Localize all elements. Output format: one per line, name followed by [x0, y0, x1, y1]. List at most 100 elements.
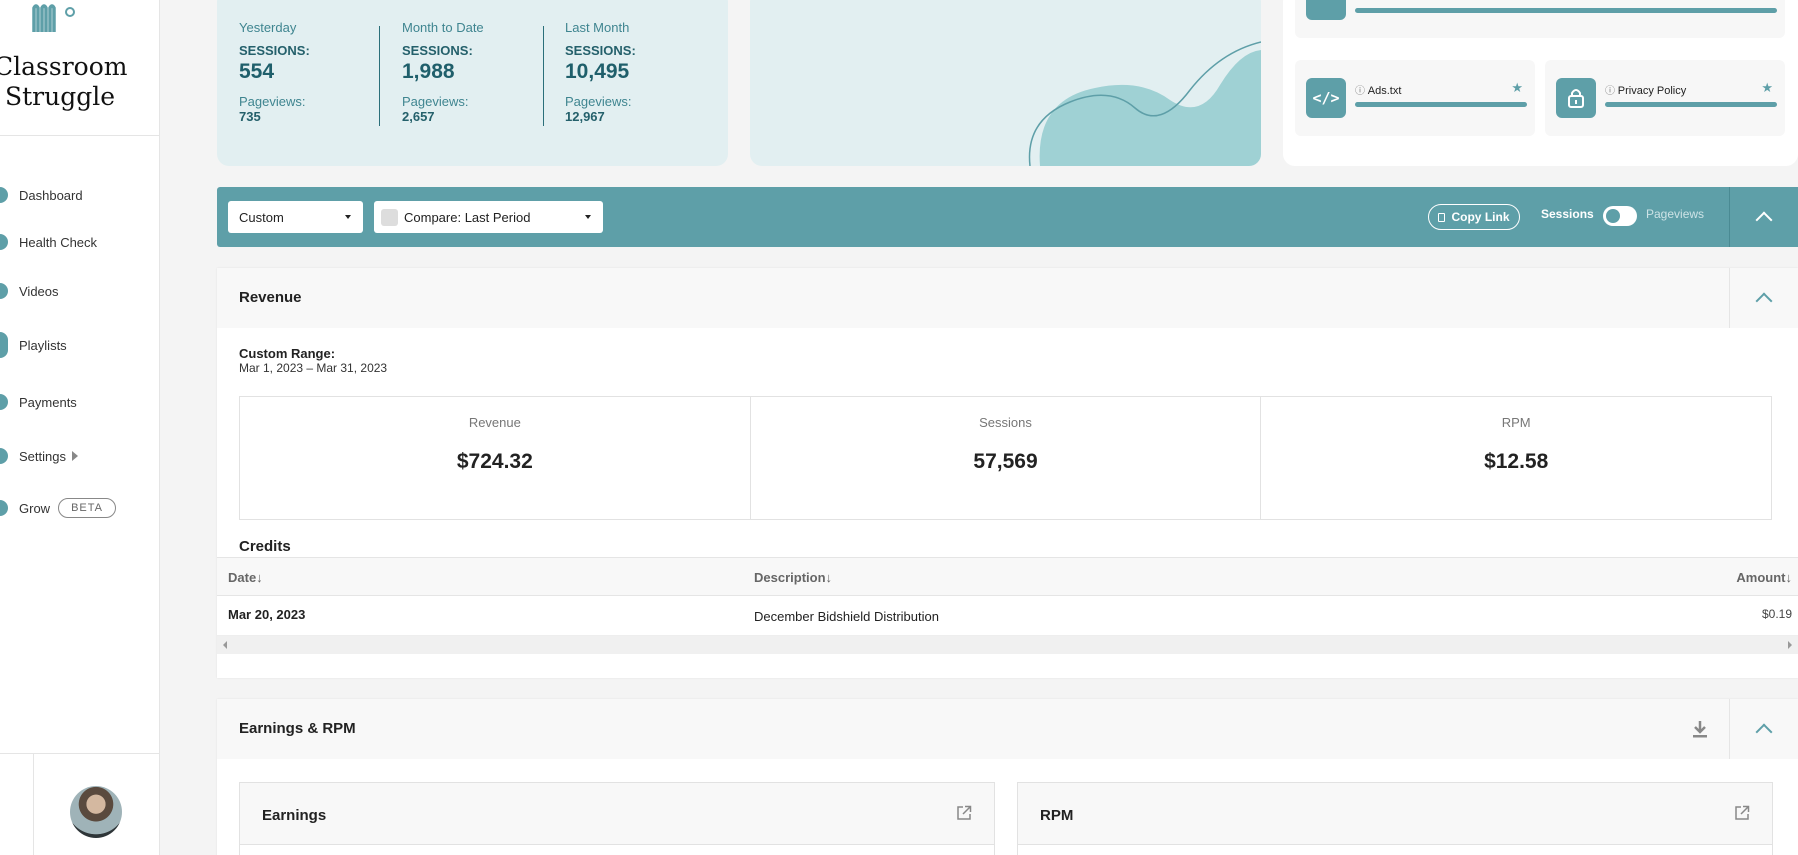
metric-label: RPM — [1501, 415, 1531, 430]
sidebar-divider — [0, 135, 160, 136]
tool-progress-bar — [1355, 102, 1527, 107]
desktop-icon — [1306, 0, 1346, 20]
table-header: Date↓ Description↓ Amount↓ — [217, 557, 1798, 596]
sidebar-item-playlists[interactable]: Playlists — [0, 332, 67, 358]
filter-collapse-button[interactable] — [1729, 187, 1798, 247]
sidebar-item-label: Dashboard — [19, 187, 83, 203]
metric-label: Sessions — [979, 415, 1032, 430]
scroll-right-icon[interactable] — [1788, 641, 1792, 649]
sessions-pageviews-toggle[interactable] — [1603, 206, 1637, 226]
metric-label: Revenue — [468, 415, 521, 430]
date-range-select[interactable]: Custom — [228, 201, 363, 233]
chevron-up-icon — [1755, 292, 1773, 310]
sidebar-item-payments[interactable]: Payments — [0, 390, 77, 414]
sidebar-item-label: Videos — [19, 283, 59, 299]
stat-separator — [543, 26, 544, 126]
sessions-value: 1,988 — [402, 60, 455, 83]
sidebar-item-dashboard[interactable]: Dashboard — [0, 183, 83, 207]
stats-card: Yesterday SESSIONS: 554 Pageviews: 735 M… — [217, 0, 728, 166]
chevron-up-icon — [1755, 211, 1773, 229]
sidebar-item-videos[interactable]: Videos — [0, 279, 59, 303]
panel-title: Revenue — [239, 289, 302, 306]
stat-period: Last Month — [565, 20, 630, 35]
compare-select[interactable]: Compare: Last Period — [374, 201, 603, 233]
star-icon[interactable]: ★ — [1511, 80, 1523, 96]
stat-yesterday: Yesterday SESSIONS: 554 Pageviews: 735 — [239, 20, 399, 124]
scroll-left-icon[interactable] — [223, 641, 227, 649]
earnings-rpm-panel: Earnings & RPM Earnings RPM — [217, 699, 1798, 855]
cell-amount: $0.19 — [1761, 607, 1792, 621]
download-icon[interactable] — [1692, 719, 1708, 739]
earnings-collapse-button[interactable] — [1729, 699, 1798, 759]
pageviews-value: 2,657 — [402, 109, 435, 124]
sessions-value: 554 — [239, 60, 275, 83]
caret-right-icon — [71, 451, 78, 461]
metric-value: $724.32 — [456, 450, 533, 473]
pageviews-value: 735 — [239, 109, 261, 124]
earnings-card: Earnings — [239, 782, 995, 855]
pageviews-label: Pageviews: — [565, 94, 632, 109]
revenue-collapse-button[interactable] — [1729, 268, 1798, 328]
star-icon[interactable]: ★ — [1761, 80, 1773, 96]
beta-badge: BETA — [58, 498, 116, 518]
cell-date: Mar 20, 2023 — [228, 607, 306, 622]
pageviews-value: 12,967 — [565, 109, 605, 124]
stat-last-month: Last Month SESSIONS: 10,495 Pageviews: 1… — [565, 20, 725, 124]
credits-title: Credits — [239, 538, 291, 555]
range-value: Mar 1, 2023 – Mar 31, 2023 — [239, 361, 388, 375]
tool-ads-txt[interactable]: </> Ads.txt ★ — [1295, 60, 1535, 136]
external-link-icon[interactable] — [956, 805, 972, 821]
metric-revenue: Revenue $724.32 — [240, 397, 751, 519]
avatar[interactable] — [70, 786, 122, 838]
chevron-up-icon — [1755, 723, 1773, 741]
tool-name: Ads.txt — [1355, 82, 1402, 97]
cell-description: December Bidshield Distribution — [754, 609, 939, 624]
sidebar-item-settings[interactable]: Settings — [0, 444, 78, 468]
stat-month-to-date: Month to Date SESSIONS: 1,988 Pageviews:… — [402, 20, 562, 124]
card-title: Earnings — [262, 807, 327, 824]
sidebar-item-label: Grow — [19, 500, 51, 516]
caret-down-icon — [585, 215, 591, 219]
brand-line-2: Struggle — [4, 82, 116, 111]
toggle-label-sessions: Sessions — [1541, 207, 1594, 221]
sessions-label: SESSIONS: — [565, 43, 636, 58]
sidebar-item-grow[interactable]: Grow BETA — [0, 496, 116, 520]
copy-icon — [1438, 212, 1446, 222]
column-header-amount[interactable]: Amount↓ — [1736, 570, 1792, 585]
revenue-metrics: Revenue $724.32 Sessions 57,569 RPM $12.… — [239, 396, 1772, 520]
column-header-description[interactable]: Description↓ — [754, 570, 832, 585]
horizontal-scrollbar[interactable] — [217, 636, 1798, 654]
copy-link-label: Copy Link — [1451, 210, 1510, 224]
sidebar: Classroom Struggle Dashboard Health Chec… — [0, 0, 160, 855]
metric-sessions: Sessions 57,569 — [751, 397, 1262, 519]
sidebar-item-health-check[interactable]: Health Check — [0, 230, 97, 254]
sidebar-item-label: Playlists — [19, 337, 67, 353]
pageviews-label: Pageviews: — [402, 94, 469, 109]
stat-separator — [379, 26, 380, 126]
filter-bar: Custom Compare: Last Period Copy Link Se… — [217, 187, 1798, 247]
metric-value: 57,569 — [973, 450, 1038, 473]
credits-table: Date↓ Description↓ Amount↓ Mar 20, 2023 … — [217, 557, 1798, 654]
sidebar-bottom-divider — [0, 753, 160, 754]
pageviews-label: Pageviews: — [239, 94, 306, 109]
grow-icon — [0, 500, 8, 516]
copy-link-button[interactable]: Copy Link — [1428, 204, 1520, 230]
lock-icon — [1556, 78, 1596, 118]
tool-progress-bar — [1605, 102, 1777, 107]
external-link-icon[interactable] — [1734, 805, 1750, 821]
sessions-label: SESSIONS: — [239, 43, 310, 58]
home-icon — [0, 187, 8, 203]
revenue-panel: Revenue Custom Range: Mar 1, 2023 – Mar … — [217, 268, 1798, 678]
payment-icon — [0, 394, 8, 410]
compare-value: Compare: Last Period — [404, 209, 531, 225]
code-icon: </> — [1306, 78, 1346, 118]
column-header-date[interactable]: Date↓ — [228, 570, 263, 585]
sidebar-item-label: Health Check — [19, 234, 98, 250]
toggle-label-pageviews: Pageviews — [1646, 207, 1705, 221]
tool-name: Privacy Policy — [1605, 82, 1686, 97]
tool-privacy-policy[interactable]: Privacy Policy ★ — [1545, 60, 1785, 136]
metric-value: $12.58 — [1484, 450, 1549, 473]
tool-desktop-content-ads[interactable] — [1295, 0, 1785, 38]
video-icon — [0, 283, 8, 299]
range-label: Custom Range: — [239, 346, 336, 361]
